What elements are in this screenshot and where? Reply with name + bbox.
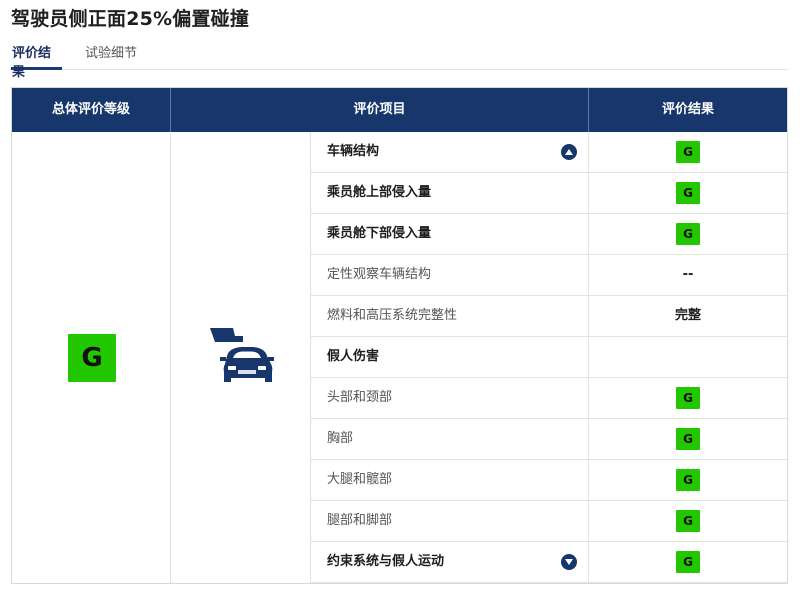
- header-evaluation-result: 评价结果: [661, 102, 714, 117]
- table-row: 假人伤害: [311, 337, 787, 378]
- car-offset-crash-icon: [210, 328, 274, 382]
- evaluation-result-cell: G: [589, 542, 787, 582]
- evaluation-result-text: 完整: [674, 308, 701, 323]
- evaluation-item-label: 大腿和髋部: [311, 460, 589, 500]
- rating-badge: G: [676, 469, 700, 491]
- evaluation-result-text: --: [682, 267, 694, 282]
- table-row: 腿部和脚部 G: [311, 501, 787, 542]
- evaluation-item-label: 腿部和脚部: [311, 501, 589, 541]
- evaluation-result-cell: G: [589, 501, 787, 541]
- evaluation-item-label: 燃料和高压系统完整性: [311, 296, 589, 336]
- rating-badge: G: [676, 428, 700, 450]
- evaluation-item-label: 车辆结构: [311, 132, 589, 172]
- rating-badge: G: [676, 387, 700, 409]
- table-row: 头部和颈部 G: [311, 378, 787, 419]
- evaluation-item-label: 假人伤害: [311, 337, 589, 377]
- evaluation-result-empty: [589, 337, 787, 377]
- table-header: 总体评价等级 评价项目 评价结果: [12, 88, 787, 132]
- evaluation-item-label: 乘员舱上部侵入量: [311, 173, 589, 213]
- rating-badge: G: [676, 223, 700, 245]
- tab-evaluation-results[interactable]: 评价结果: [11, 42, 62, 80]
- rating-badge: G: [676, 510, 700, 532]
- rating-badge: G: [676, 182, 700, 204]
- table-row: 胸部 G: [311, 419, 787, 460]
- tab-test-details[interactable]: 试验细节: [85, 42, 137, 70]
- evaluation-result-cell: G: [589, 460, 787, 500]
- header-overall-rating: 总体评价等级: [12, 88, 171, 132]
- table-row: 燃料和高压系统完整性 完整: [311, 296, 787, 337]
- evaluation-result-cell: G: [589, 132, 787, 172]
- rating-badge: G: [676, 551, 700, 573]
- table-row: 定性观察车辆结构 --: [311, 255, 787, 296]
- table-row: 约束系统与假人运动 G: [311, 542, 787, 583]
- header-evaluation-item: 评价项目: [171, 88, 589, 132]
- results-table: 总体评价等级 评价项目 评价结果 G 车辆结构 G 乘员舱上部侵入量 G 乘员舱下部侵入…: [11, 87, 788, 584]
- table-row: 大腿和髋部 G: [311, 460, 787, 501]
- expand-toggle-icon[interactable]: [561, 554, 577, 570]
- evaluation-result-cell: G: [589, 378, 787, 418]
- table-row: 乘员舱下部侵入量 G: [311, 214, 787, 255]
- rating-badge: G: [676, 141, 700, 163]
- evaluation-item-label: 约束系统与假人运动: [311, 542, 589, 582]
- collapse-toggle-icon[interactable]: [561, 144, 577, 160]
- page-title: 驾驶员侧正面25%偏置碰撞: [11, 8, 250, 30]
- evaluation-item-label: 胸部: [311, 419, 589, 459]
- table-row: 车辆结构 G: [311, 132, 787, 173]
- crash-image-cell: [171, 132, 311, 583]
- overall-rating-cell: G: [12, 132, 171, 583]
- evaluation-item-label: 头部和颈部: [311, 378, 589, 418]
- table-row: 乘员舱上部侵入量 G: [311, 173, 787, 214]
- evaluation-result-cell: G: [589, 419, 787, 459]
- evaluation-result-cell: G: [589, 214, 787, 254]
- evaluation-item-label: 定性观察车辆结构: [311, 255, 589, 295]
- evaluation-result-cell: G: [589, 173, 787, 213]
- evaluation-item-label: 乘员舱下部侵入量: [311, 214, 589, 254]
- tab-bar: 评价结果 试验细节: [11, 40, 788, 80]
- overall-rating-badge: G: [68, 334, 116, 382]
